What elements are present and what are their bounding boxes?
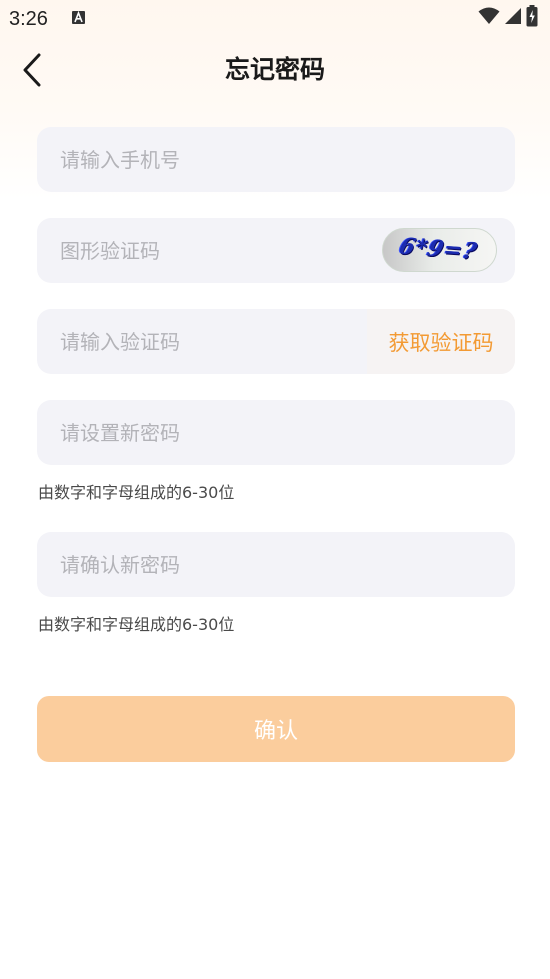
battery-charging-icon xyxy=(526,5,538,31)
status-time: 3:26 xyxy=(9,8,48,30)
confirm-password-field-container xyxy=(37,532,515,597)
get-code-button[interactable]: 获取验证码 xyxy=(367,309,515,374)
captcha-image[interactable]: 6*9=? xyxy=(382,228,497,272)
status-bar: 3:26 xyxy=(0,0,550,38)
sms-code-field-container: 获取验证码 xyxy=(37,309,515,374)
wifi-icon xyxy=(478,7,500,29)
page-header: 忘记密码 xyxy=(0,42,550,98)
notification-a-icon xyxy=(72,11,85,24)
sms-code-input[interactable] xyxy=(37,309,367,374)
captcha-text: 6*9=? xyxy=(396,233,481,265)
new-password-field-container xyxy=(37,400,515,465)
new-password-input[interactable] xyxy=(37,400,515,465)
image-code-field-container: 6*9=? xyxy=(37,218,515,283)
status-icons xyxy=(478,5,538,31)
confirm-password-input[interactable] xyxy=(37,532,515,597)
phone-field-container xyxy=(37,127,515,192)
page-title: 忘记密码 xyxy=(224,55,325,84)
confirm-button[interactable]: 确认 xyxy=(37,696,515,762)
confirm-password-hint: 由数字和字母组成的6-30位 xyxy=(38,615,235,634)
cellular-signal-icon xyxy=(504,7,522,29)
image-code-input[interactable] xyxy=(37,218,367,283)
new-password-hint: 由数字和字母组成的6-30位 xyxy=(38,483,235,502)
phone-input[interactable] xyxy=(37,127,515,192)
